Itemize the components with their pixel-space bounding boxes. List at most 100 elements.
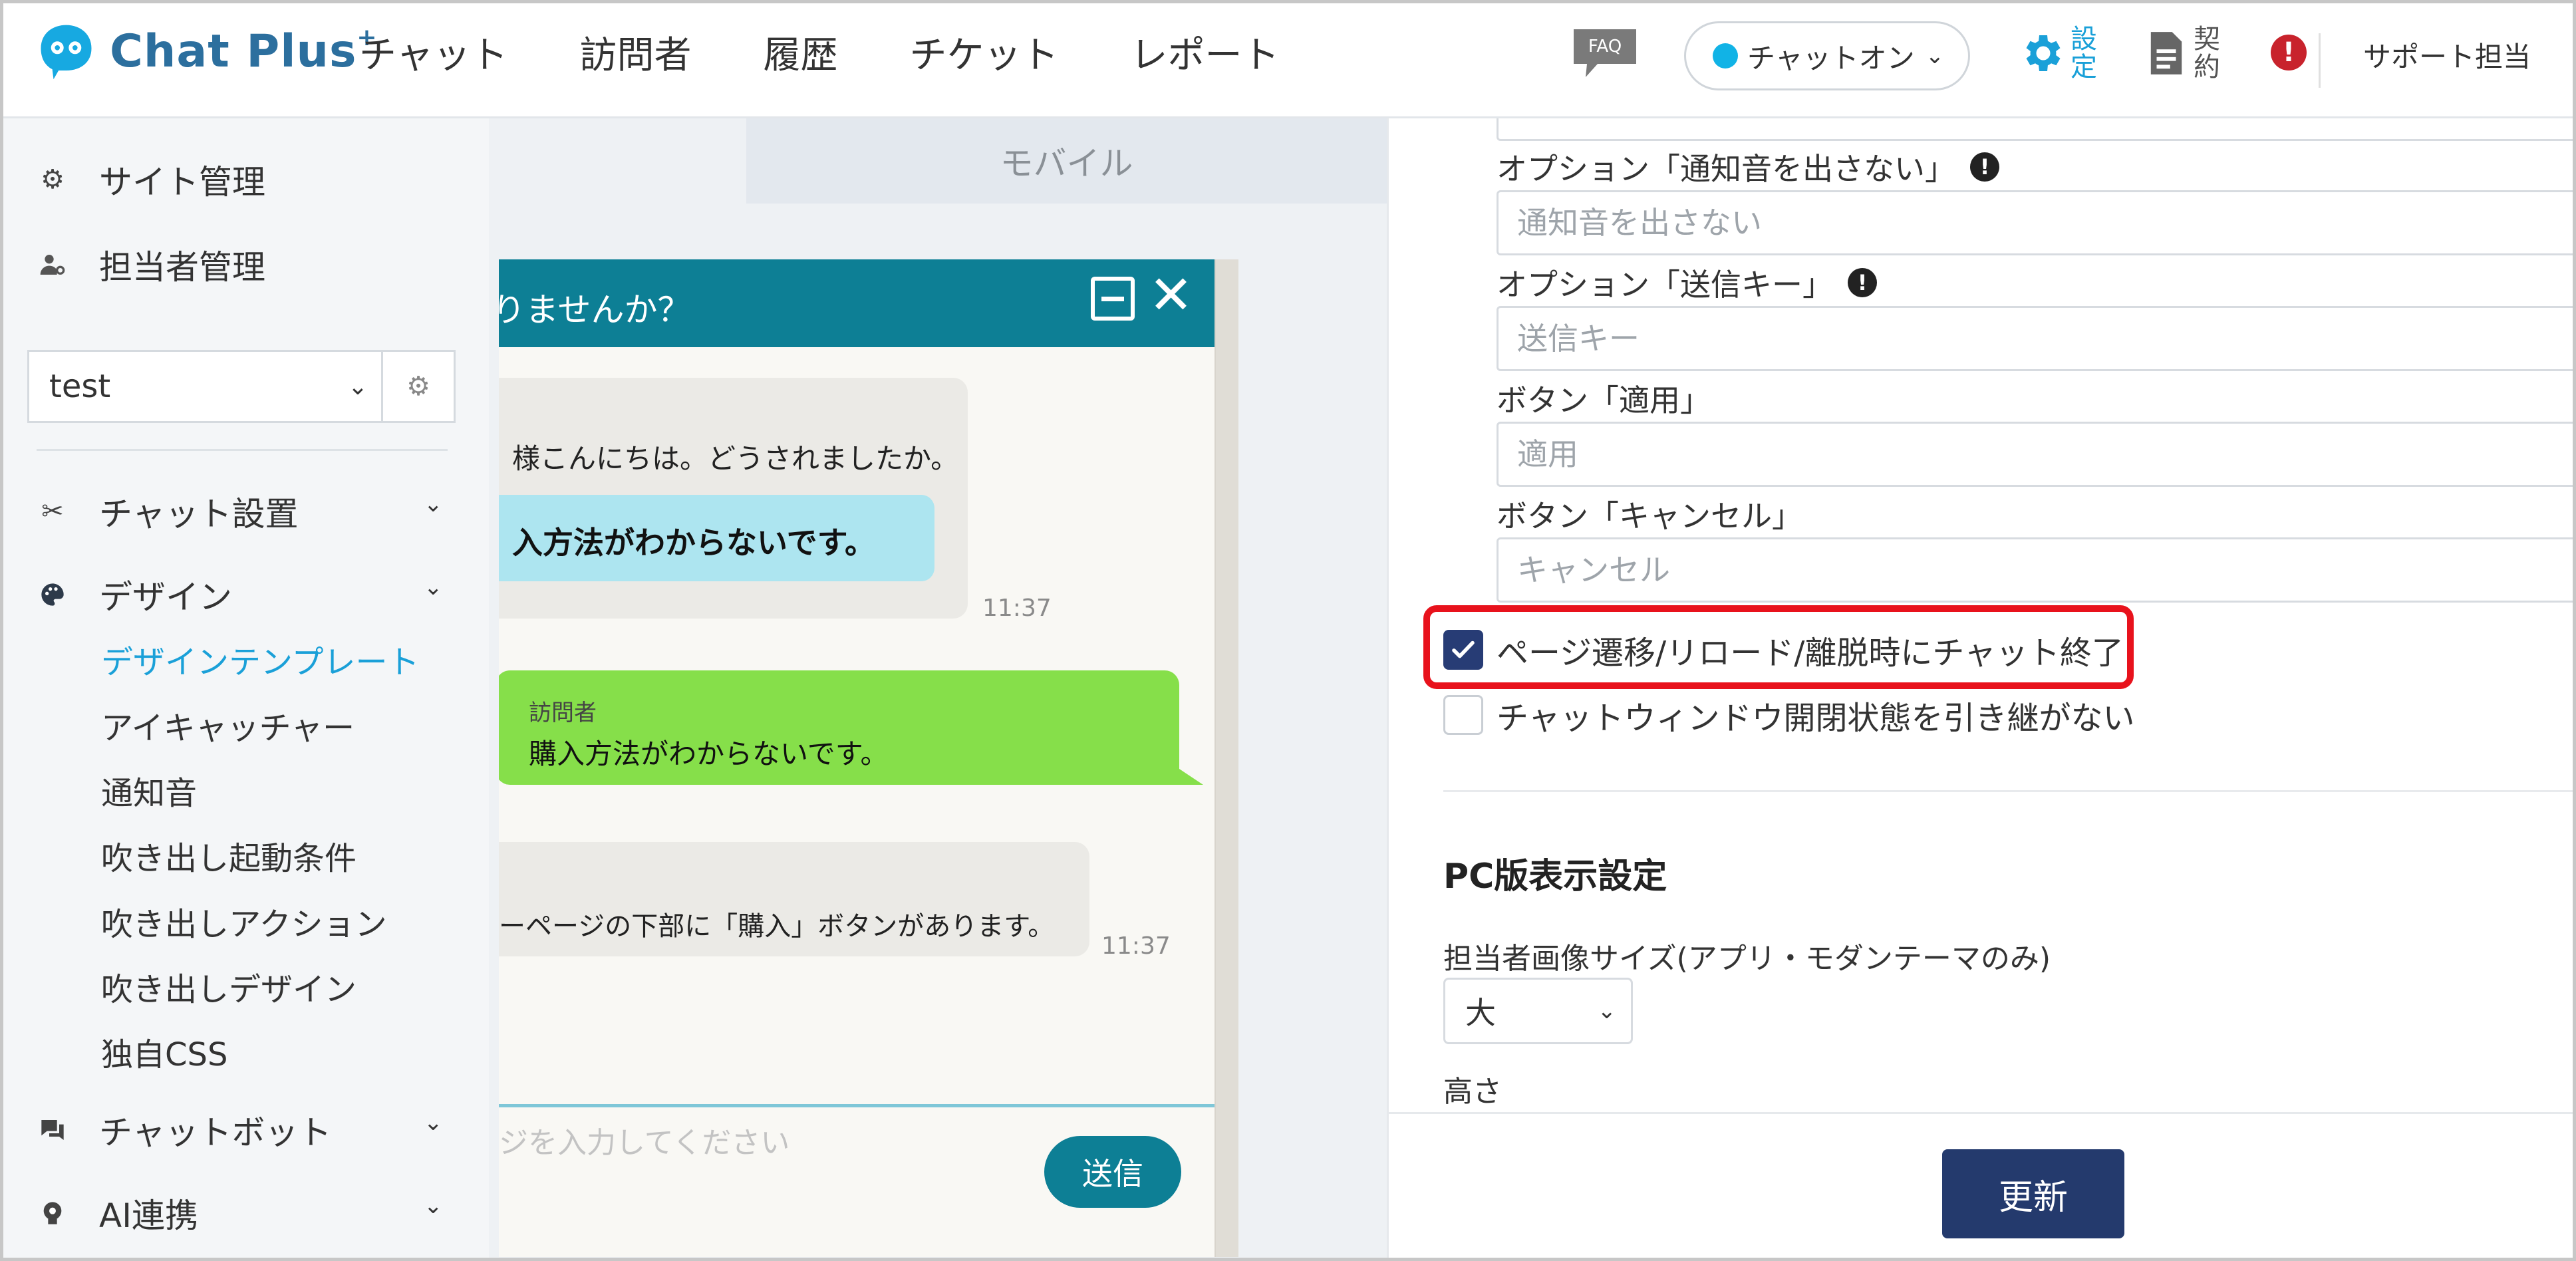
checkbox-checked-icon[interactable] xyxy=(1443,630,1483,670)
section-divider xyxy=(1443,790,2574,792)
user-name[interactable]: サポート担当 xyxy=(2363,35,2531,75)
agent-image-size-value: 大 xyxy=(1465,995,1496,1031)
user-gear-icon xyxy=(38,250,67,279)
sidebar-item-chatbot[interactable]: チャットボット xyxy=(38,1106,332,1154)
info-icon[interactable]: ! xyxy=(1970,152,1999,182)
update-button[interactable]: 更新 xyxy=(1942,1149,2124,1238)
chevron-down-icon: ⌄ xyxy=(1597,998,1617,1024)
sidebar-item-agent-management[interactable]: 担当者管理 xyxy=(38,241,265,289)
tools-icon: ✂ xyxy=(41,496,64,527)
sidebar-item-label: チャット設置 xyxy=(99,495,299,533)
sidebar: ⚙ サイト管理 担当者管理 test ⌄ ⚙ ✂ チャット設置 ⌄ デザイン ⌄… xyxy=(3,118,489,1258)
sidebar-item-design[interactable]: デザイン xyxy=(38,571,232,619)
palette-icon xyxy=(38,580,67,609)
nav-history[interactable]: 履歴 xyxy=(763,25,837,79)
logo-text: Chat Plus+ xyxy=(110,24,378,78)
site-settings-button[interactable]: ⚙ xyxy=(381,350,456,423)
visitor-message-bubble: 訪問者 購入方法がわからないです。 xyxy=(499,670,1203,785)
minimize-icon[interactable] xyxy=(1091,277,1135,321)
option-send-key-input[interactable] xyxy=(1497,306,2576,371)
chevron-down-icon: ⌄ xyxy=(347,372,368,400)
chevron-down-icon[interactable]: ⌄ xyxy=(424,491,443,517)
checkbox-end-chat-on-leave[interactable]: ページ遷移/リロード/離脱時にチャット終了 xyxy=(1443,627,2124,673)
document-icon xyxy=(2150,32,2182,74)
label-option-mute: オプション「通知音を出さない」 ! xyxy=(1497,145,1999,189)
quoted-message: 入方法がわからないです。 xyxy=(499,495,934,581)
button-apply-input[interactable] xyxy=(1497,422,2576,487)
message-time: 11:37 xyxy=(982,595,1052,622)
label-text: ボタン「キャンセル」 xyxy=(1497,498,1802,534)
label-text: ボタン「適用」 xyxy=(1497,382,1711,418)
nav-tickets[interactable]: チケット xyxy=(909,25,1058,79)
sidebar-item-chat-setup[interactable]: ✂ チャット設置 xyxy=(38,488,299,535)
agent-image-size-label: 担当者画像サイズ(アプリ・モダンテーマのみ) xyxy=(1443,942,2051,976)
chat-bubbles-icon xyxy=(38,1115,67,1145)
faq-label: FAQ xyxy=(1588,37,1622,57)
nav-visitors[interactable]: 訪問者 xyxy=(579,25,691,79)
gears-icon: ⚙ xyxy=(41,164,65,195)
operator-greeting: 様こんにちは。どうされましたか。 xyxy=(512,442,959,475)
sidebar-divider xyxy=(37,449,448,451)
chevron-down-icon[interactable]: ⌄ xyxy=(424,1109,443,1136)
sidebar-item-label: チャットボット xyxy=(99,1113,332,1152)
sidebar-sub-eye-catcher[interactable]: アイキャッチャー xyxy=(101,702,355,748)
label-text: オプション「送信キー」 xyxy=(1497,267,1833,303)
nav-chat[interactable]: チャット xyxy=(359,25,507,79)
operator-reply-bubble: ーページの下部に「購入」ボタンがあります。 xyxy=(499,842,1089,956)
chat-title: りませんか？ xyxy=(499,291,691,329)
header-divider xyxy=(2319,33,2321,88)
chat-plus-logo-icon xyxy=(41,25,92,80)
sidebar-sub-balloon-design[interactable]: 吹き出しデザイン xyxy=(101,963,357,1010)
checkbox-label: チャットウィンドウ開閉状態を引き継がない xyxy=(1497,700,2135,737)
chevron-down-icon[interactable]: ⌄ xyxy=(424,1192,443,1219)
site-select[interactable]: test ⌄ xyxy=(27,350,383,423)
button-cancel-input[interactable] xyxy=(1497,537,2576,603)
sidebar-sub-custom-css[interactable]: 独自CSS xyxy=(101,1028,227,1075)
sidebar-item-ai[interactable]: AI連携 xyxy=(38,1189,198,1237)
tab-mobile[interactable]: モバイル xyxy=(746,118,1387,204)
contract-link[interactable]: 契約 xyxy=(2147,25,2223,81)
label-text: オプション「通知音を出さない」 xyxy=(1497,151,1955,187)
checkbox-label: ページ遷移/リロード/離脱時にチャット終了 xyxy=(1497,634,2124,672)
chevron-down-icon: ⌄ xyxy=(1925,43,1945,69)
main-nav: チャット 訪問者 履歴 チケット レポート xyxy=(359,25,1279,79)
label-button-apply: ボタン「適用」 xyxy=(1497,376,1711,420)
chat-preview-window: りませんか？ ✕ 様こんにちは。どうされましたか。 入方法がわからないです。 1… xyxy=(499,259,1216,1257)
status-dot-icon xyxy=(1713,43,1738,69)
chat-message-input[interactable]: ジを入力してください xyxy=(499,1119,789,1161)
visitor-label: 訪問者 xyxy=(529,700,597,726)
sidebar-sub-design-template[interactable]: デザインテンプレート xyxy=(101,636,420,682)
brain-bulb-icon xyxy=(38,1198,67,1228)
send-button[interactable]: 送信 xyxy=(1044,1136,1181,1208)
sidebar-sub-balloon-trigger[interactable]: 吹き出し起動条件 xyxy=(101,832,357,879)
visitor-message-text: 購入方法がわからないです。 xyxy=(529,738,889,770)
gear-icon xyxy=(2026,35,2061,71)
settings-link[interactable]: 設定 xyxy=(2017,25,2100,81)
agent-image-size-select[interactable]: 大 ⌄ xyxy=(1443,978,1633,1044)
message-time: 11:37 xyxy=(1101,932,1171,960)
nav-reports[interactable]: レポート xyxy=(1130,25,1279,79)
chat-status-select[interactable]: チャットオン ⌄ xyxy=(1684,21,1970,90)
sidebar-item-label: 担当者管理 xyxy=(99,248,265,287)
sidebar-sub-notification-sound[interactable]: 通知音 xyxy=(101,767,197,813)
checkbox-unchecked-icon[interactable] xyxy=(1443,695,1483,735)
sidebar-item-site-management[interactable]: ⚙ サイト管理 xyxy=(38,156,265,204)
checkbox-no-inherit-window-state[interactable]: チャットウィンドウ開閉状態を引き継がない xyxy=(1443,692,2135,738)
quoted-message-text: 入方法がわからないです。 xyxy=(512,525,876,561)
chevron-down-icon[interactable]: ⌄ xyxy=(424,574,443,601)
alert-icon[interactable]: ! xyxy=(2271,35,2307,70)
settings-label: 設定 xyxy=(2071,24,2097,82)
contract-label: 契約 xyxy=(2194,24,2220,82)
site-select-value: test xyxy=(49,368,111,405)
close-icon[interactable]: ✕ xyxy=(1149,269,1193,322)
option-mute-input[interactable] xyxy=(1497,190,2576,255)
info-icon[interactable]: ! xyxy=(1848,268,1877,297)
gears-icon: ⚙ xyxy=(406,371,430,402)
faq-icon[interactable]: FAQ xyxy=(1571,27,1639,81)
logo[interactable]: Chat Plus+ xyxy=(35,20,378,83)
operator-reply-text: ーページの下部に「購入」ボタンがあります。 xyxy=(499,911,1055,942)
top-bar: Chat Plus+ チャット 訪問者 履歴 チケット レポート FAQ チャッ… xyxy=(0,0,2576,118)
sidebar-sub-balloon-action[interactable]: 吹き出しアクション xyxy=(101,898,387,944)
text-input-partial[interactable] xyxy=(1497,118,2576,141)
pc-display-settings-title: PC版表示設定 xyxy=(1443,857,1667,897)
